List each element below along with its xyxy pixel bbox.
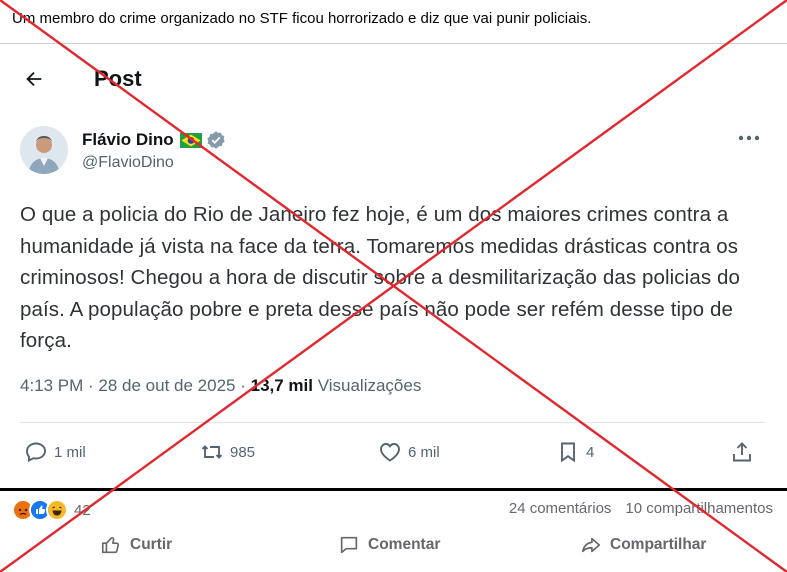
tweet-screenshot: Post Flávio Dino @FlavioDino O que a pol…	[0, 44, 787, 488]
tweet-text: O que a policia do Rio de Janeiro fez ho…	[20, 203, 740, 352]
like-button[interactable]: 6 mil	[378, 440, 440, 464]
share-action-button[interactable]: Compartilhar	[580, 534, 706, 556]
comment-icon	[340, 536, 358, 554]
tweet-meta: 4:13 PM · 28 de out de 2025 · 13,7 mil V…	[20, 376, 421, 396]
avatar[interactable]	[20, 126, 68, 174]
reaction-count: 42	[74, 501, 91, 519]
back-arrow-icon[interactable]	[20, 65, 48, 93]
bookmark-count: 4	[586, 443, 595, 461]
repost-icon	[201, 445, 223, 459]
like-icon	[380, 443, 400, 462]
reply-button[interactable]: 1 mil	[24, 440, 86, 464]
share-arrow-icon	[581, 537, 601, 553]
reply-icon	[26, 442, 46, 463]
tweet-author: Flávio Dino @FlavioDino	[20, 126, 226, 174]
facebook-actions: Curtir Comentar Compartilhar	[0, 530, 787, 562]
like-action-label: Curtir	[130, 536, 173, 553]
brazil-flag-icon	[179, 132, 202, 148]
views-label: Visualizações	[312, 376, 422, 395]
post-caption: Um membro do crime organizado no STF fic…	[0, 0, 787, 44]
timestamp[interactable]: 4:13 PM · 28 de out de 2025 ·	[20, 376, 251, 395]
reaction-summary[interactable]: 42	[12, 497, 91, 523]
views-count: 13,7 mil	[250, 376, 313, 395]
share-button[interactable]	[730, 440, 754, 464]
like-action-button[interactable]: Curtir	[100, 534, 172, 556]
engagement-stats: 24 comentários 10 compartilhamentos	[509, 500, 773, 517]
bookmark-icon	[561, 442, 575, 463]
repost-button[interactable]: 985	[200, 440, 255, 464]
reply-count: 1 mil	[54, 443, 86, 461]
author-name[interactable]: Flávio Dino	[82, 130, 174, 150]
share-action-label: Compartilhar	[610, 536, 707, 553]
tweet-actions: 1 mil 985 6 mil 4	[20, 436, 765, 476]
verified-badge-icon	[206, 130, 226, 150]
bookmark-button[interactable]: 4	[556, 440, 594, 464]
author-handle[interactable]: @FlavioDino	[82, 154, 226, 172]
divider	[20, 422, 765, 423]
comment-action-label: Comentar	[368, 536, 441, 553]
shares-count[interactable]: 10 compartilhamentos	[625, 500, 773, 517]
repost-count: 985	[230, 443, 256, 461]
tweet-header: Post	[20, 62, 142, 96]
page-title: Post	[94, 66, 142, 91]
haha-reaction-icon	[46, 499, 68, 521]
thumbs-up-icon	[101, 536, 120, 554]
divider	[0, 488, 787, 491]
share-icon	[733, 442, 751, 462]
comments-count[interactable]: 24 comentários	[509, 500, 612, 517]
more-options-icon[interactable]	[737, 128, 761, 148]
comment-action-button[interactable]: Comentar	[338, 534, 440, 556]
like-count: 6 mil	[408, 443, 440, 461]
